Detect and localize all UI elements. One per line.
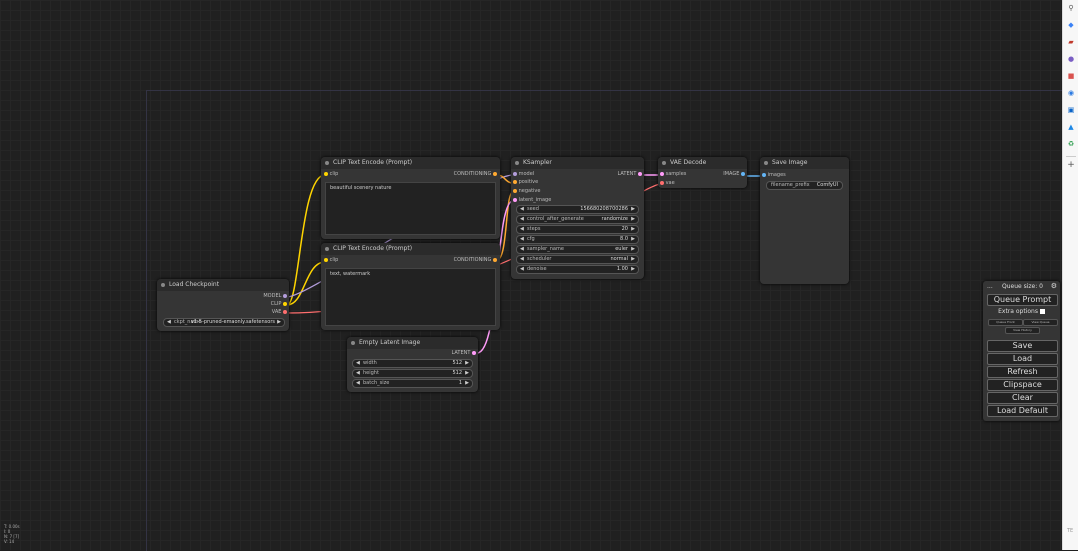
input-samples[interactable]: samples [660, 171, 686, 178]
node-load-checkpoint[interactable]: Load Checkpoint MODEL CLIP VAE ◀ ckpt_nam… [157, 279, 289, 331]
node-ksampler[interactable]: KSampler model positive negative latent_… [511, 157, 644, 279]
prompt-textarea[interactable]: beautiful scenery nature [325, 182, 496, 235]
plus-icon[interactable]: + [1066, 160, 1076, 170]
input-positive[interactable]: positive [513, 179, 538, 186]
widget-scheduler[interactable]: ◀ scheduler normal ▶ [516, 255, 639, 264]
input-vae[interactable]: vae [660, 180, 675, 187]
output-latent[interactable]: LATENT [617, 171, 642, 178]
queue-front-button[interactable]: Queue Front [988, 319, 1023, 326]
widget-seed[interactable]: ◀ seed 156680208700286 ▶ [516, 205, 639, 214]
browser-sidebar: ⚲ ◆ ▰ ● ■ ◉ ▣ ▲ ♻ + [1062, 0, 1078, 550]
widget-filename-prefix[interactable]: filename_prefix ComfyUI [766, 181, 843, 190]
widget-control-after-generate[interactable]: ◀ control_after_generate randomize ▶ [516, 215, 639, 224]
node-title[interactable]: Empty Latent Image [347, 337, 478, 349]
widget-steps[interactable]: ◀ steps 20 ▶ [516, 225, 639, 234]
node-title[interactable]: KSampler [511, 157, 644, 169]
output-model[interactable]: MODEL [263, 293, 287, 300]
user-icon[interactable]: ● [1066, 54, 1076, 64]
widget-denoise[interactable]: ◀ denoise 1.00 ▶ [516, 265, 639, 274]
wire-clip-pos [286, 174, 326, 306]
recycle-icon[interactable]: ♻ [1066, 139, 1076, 149]
widget-ckpt-name[interactable]: ◀ ckpt_name v1-5-pruned-emaonly.safetensor… [163, 318, 285, 327]
view-history-button[interactable]: View History [1005, 327, 1040, 334]
widget-width[interactable]: ◀ width 512 ▶ [352, 359, 473, 368]
input-clip[interactable]: clip [324, 257, 338, 264]
node-clip-text-encode-negative[interactable]: CLIP Text Encode (Prompt) clip CONDITION… [321, 243, 500, 330]
queue-prompt-button[interactable]: Queue Prompt [987, 294, 1058, 306]
output-conditioning[interactable]: CONDITIONING [454, 257, 497, 264]
node-title[interactable]: Save Image [760, 157, 849, 169]
settings-gear-icon[interactable]: ⚙ [1051, 282, 1057, 290]
node-title[interactable]: CLIP Text Encode (Prompt) [321, 157, 500, 169]
load-button[interactable]: Load [987, 353, 1058, 365]
output-vae[interactable]: VAE [272, 309, 287, 316]
prompt-textarea[interactable]: text, watermark [325, 268, 496, 326]
sidebar-divider [1066, 156, 1076, 157]
chart-icon[interactable]: ▲ [1066, 122, 1076, 132]
edge-icon[interactable]: ◉ [1066, 88, 1076, 98]
refresh-button[interactable]: Refresh [987, 366, 1058, 378]
office-icon[interactable]: ■ [1066, 71, 1076, 81]
widget-sampler-name[interactable]: ◀ sampler_name euler ▶ [516, 245, 639, 254]
output-latent[interactable]: LATENT [451, 350, 476, 357]
input-model[interactable]: model [513, 171, 534, 178]
extra-options-checkbox[interactable] [1039, 309, 1045, 314]
output-image[interactable]: IMAGE [723, 171, 745, 178]
node-empty-latent-image[interactable]: Empty Latent Image LATENT ◀ width 512 ▶ ◀ he… [347, 337, 478, 392]
view-queue-button[interactable]: View Queue [1023, 319, 1058, 326]
wire-clip-neg [286, 261, 326, 306]
search-icon[interactable]: ⚲ [1066, 3, 1076, 13]
input-images[interactable]: images [762, 172, 786, 179]
node-title[interactable]: CLIP Text Encode (Prompt) [321, 243, 500, 255]
widget-batch-size[interactable]: ◀ batch_size 1 ▶ [352, 379, 473, 388]
load-default-button[interactable]: Load Default [987, 405, 1058, 417]
input-latent-image[interactable]: latent_image [513, 197, 551, 204]
queue-panel: ... Queue size: 0 ⚙ Queue Prompt Extra o… [983, 281, 1060, 421]
widget-cfg[interactable]: ◀ cfg 8.0 ▶ [516, 235, 639, 244]
node-title[interactable]: Load Checkpoint [157, 279, 289, 291]
tag-icon[interactable]: ◆ [1066, 20, 1076, 30]
input-negative[interactable]: negative [513, 188, 540, 195]
save-button[interactable]: Save [987, 340, 1058, 352]
outlook-icon[interactable]: ▣ [1066, 105, 1076, 115]
queue-size-label: Queue size: 0 [1002, 283, 1043, 290]
stats-readout: T: 0.00s I: 0 N: 7 [7] V: 14 [4, 524, 20, 544]
widget-height[interactable]: ◀ height 512 ▶ [352, 369, 473, 378]
graph-canvas[interactable]: CLIP Text Encode (Prompt) clip CONDITION… [0, 0, 1063, 551]
node-title[interactable]: VAE Decode [658, 157, 747, 169]
output-clip[interactable]: CLIP [271, 301, 287, 308]
drag-handle[interactable]: ... [987, 283, 993, 290]
clipspace-button[interactable]: Clipspace [987, 379, 1058, 391]
input-clip[interactable]: clip [324, 171, 338, 178]
node-clip-text-encode-positive[interactable]: CLIP Text Encode (Prompt) clip CONDITION… [321, 157, 500, 239]
node-save-image[interactable]: Save Image images filename_prefix ComfyUI [760, 157, 849, 284]
output-conditioning[interactable]: CONDITIONING [454, 171, 497, 178]
clear-button[interactable]: Clear [987, 392, 1058, 404]
extra-options-row: Extra options [983, 308, 1060, 315]
node-vae-decode[interactable]: VAE Decode samples vae IMAGE [658, 157, 747, 188]
corner-label: TE [1067, 528, 1074, 534]
briefcase-icon[interactable]: ▰ [1066, 37, 1076, 47]
